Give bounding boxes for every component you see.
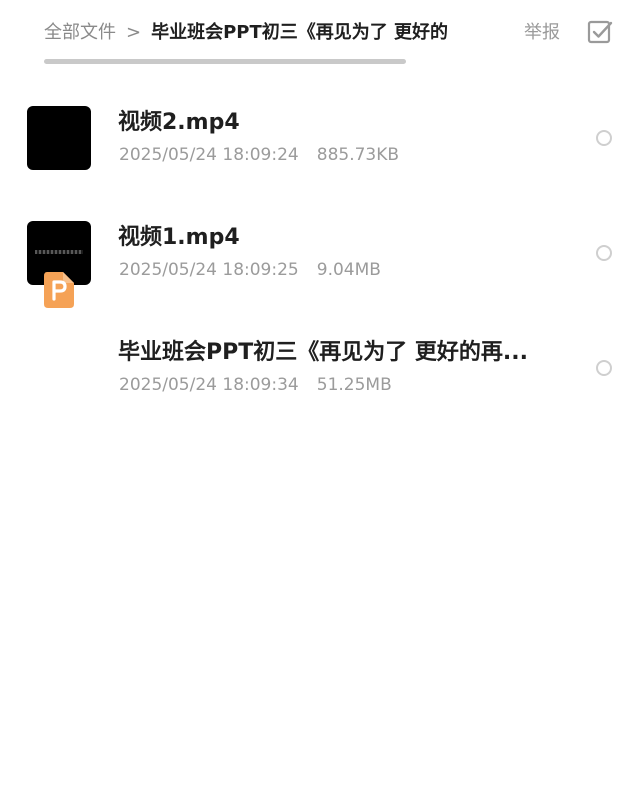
breadcrumb-scroll-indicator [44, 59, 406, 64]
breadcrumb-root[interactable]: 全部文件 [44, 22, 116, 43]
file-meta: 2025/05/24 18:09:34 51.25MB [119, 373, 392, 397]
file-date: 2025/05/24 18:09:25 [119, 260, 299, 280]
list-item[interactable]: 视频2.mp4 2025/05/24 18:09:24 885.73KB [0, 80, 640, 195]
file-date: 2025/05/24 18:09:24 [119, 145, 299, 165]
file-meta: 2025/05/24 18:09:25 9.04MB [119, 258, 381, 282]
breadcrumb: 全部文件 > 毕业班会PPT初三《再见为了 更好的 [44, 18, 464, 48]
breadcrumb-separator: > [126, 22, 142, 43]
top-bar: 全部文件 > 毕业班会PPT初三《再见为了 更好的 举报 [0, 0, 640, 70]
select-radio[interactable] [596, 360, 612, 376]
thumbnail-caption-blur [35, 250, 83, 254]
breadcrumb-current-folder: 毕业班会PPT初三《再见为了 更好的 [151, 22, 449, 43]
file-size: 9.04MB [316, 260, 381, 280]
file-size: 885.73KB [316, 145, 400, 165]
file-name: 视频1.mp4 [118, 225, 240, 250]
file-size: 51.25MB [316, 375, 392, 395]
list-item[interactable]: 毕业班会PPT初三《再见为了 更好的再... 2025/05/24 18:09:… [0, 310, 640, 425]
file-name: 毕业班会PPT初三《再见为了 更好的再... [118, 340, 528, 365]
select-radio[interactable] [596, 245, 612, 261]
file-list: 视频2.mp4 2025/05/24 18:09:24 885.73KB 视频1.… [0, 80, 640, 425]
select-radio[interactable] [596, 130, 612, 146]
list-item[interactable]: 视频1.mp4 2025/05/24 18:09:25 9.04MB [0, 195, 640, 310]
file-name: 视频2.mp4 [118, 110, 240, 135]
file-meta: 2025/05/24 18:09:24 885.73KB [119, 143, 399, 167]
video-thumbnail [27, 106, 91, 170]
report-button[interactable]: 举报 [524, 18, 560, 48]
file-date: 2025/05/24 18:09:34 [119, 375, 299, 395]
ppt-file-icon [44, 272, 74, 308]
checkbox-icon[interactable] [586, 19, 614, 47]
